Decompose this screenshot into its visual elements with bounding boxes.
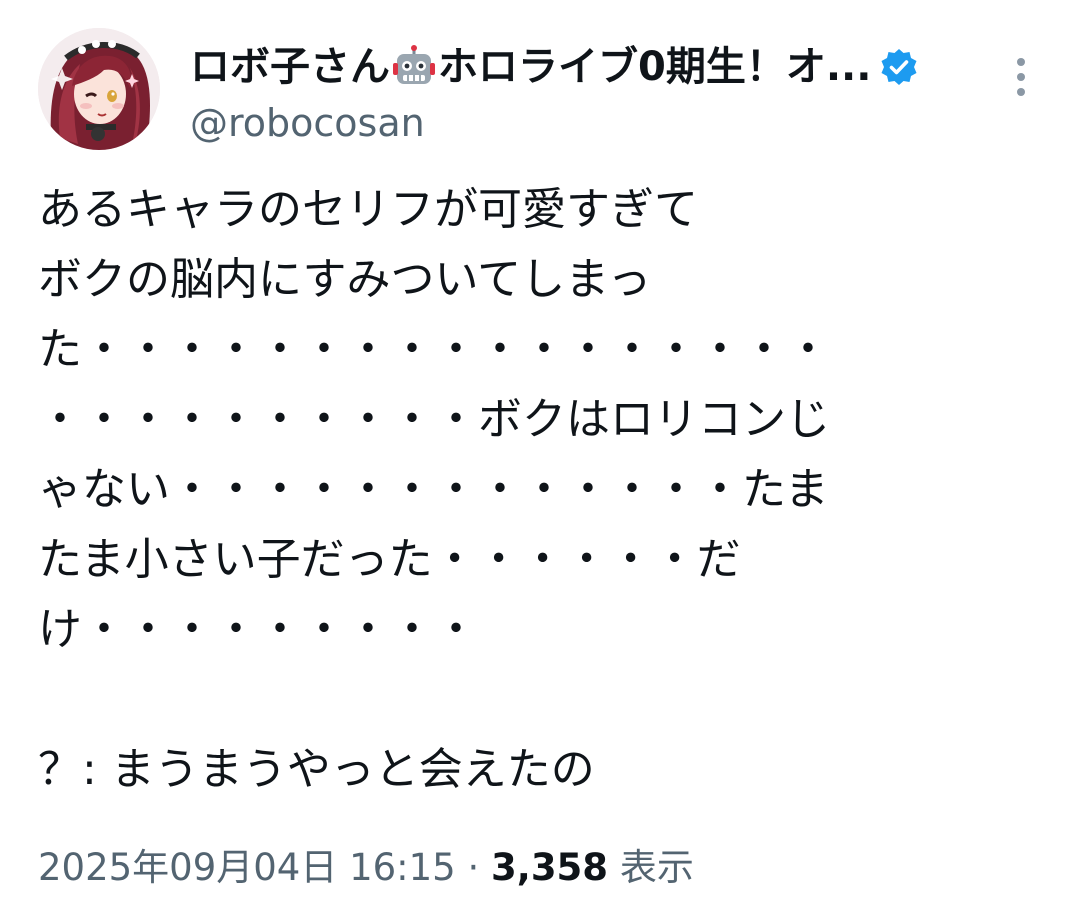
meta-separator: · [467, 846, 480, 889]
more-vertical-icon[interactable] [1006, 55, 1036, 99]
tweet-card: ロボ子さん ホロライブ0期生！オ... @robocosan あるキャラのセリフ… [0, 0, 1080, 915]
display-name-row[interactable]: ロボ子さん ホロライブ0期生！オ... [190, 38, 980, 96]
views-count[interactable]: 3,358 [491, 846, 608, 889]
tweet-header: ロボ子さん ホロライブ0期生！オ... @robocosan [38, 28, 1048, 153]
tweet-text: あるキャラのセリフが可愛すぎて ボクの脳内にすみついてしまっ た・・・・・・・・… [38, 184, 830, 795]
views-label: 表示 [619, 846, 694, 889]
display-name-suffix: ホロライブ0期生！オ... [438, 44, 872, 90]
display-name-prefix: ロボ子さん [190, 44, 390, 90]
author-block: ロボ子さん ホロライブ0期生！オ... @robocosan [190, 38, 980, 148]
verified-badge-icon[interactable] [879, 47, 919, 87]
tweet-meta: 2025年09月04日 16:15 · 3,358 表示 [38, 838, 694, 898]
author-handle[interactable]: @robocosan [190, 98, 980, 148]
robot-face-icon [392, 45, 436, 89]
avatar[interactable] [38, 28, 160, 150]
tweet-timestamp[interactable]: 2025年09月04日 16:15 [38, 846, 456, 889]
